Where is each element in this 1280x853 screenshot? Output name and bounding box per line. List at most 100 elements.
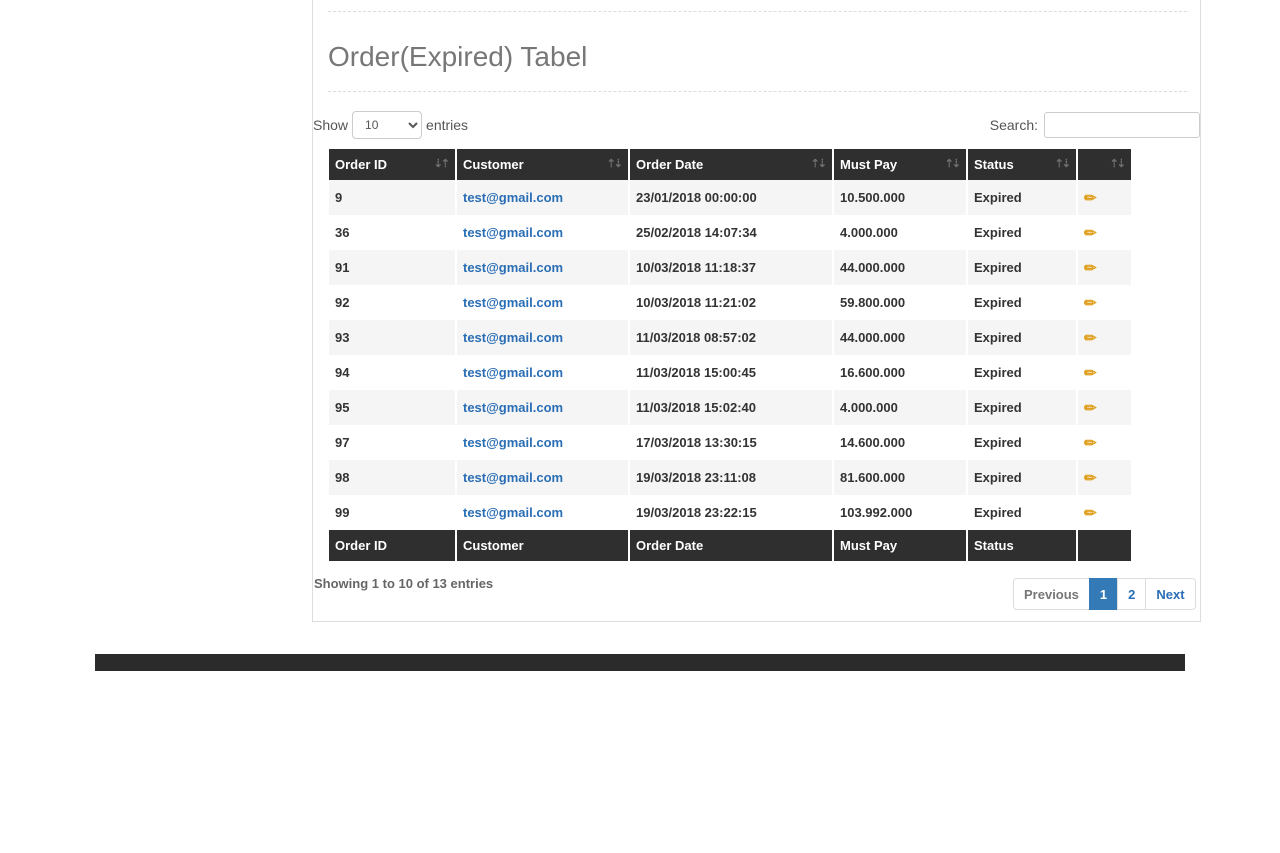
entries-select[interactable]: 10	[352, 111, 423, 139]
action-cell: ✏	[1078, 425, 1131, 460]
customer-cell: test@gmail.com	[457, 285, 628, 320]
action-cell: ✏	[1078, 320, 1131, 355]
table-row: 99 test@gmail.com 19/03/2018 23:22:15 10…	[329, 495, 1131, 530]
entries-label: entries	[426, 117, 469, 133]
customer-link[interactable]: test@gmail.com	[463, 330, 563, 345]
pencil-icon[interactable]: ✏	[1084, 225, 1097, 242]
sort-icon: ⇡⇣	[606, 158, 624, 170]
next-page-button[interactable]: Next	[1145, 578, 1196, 610]
length-control: Show 10 entries	[313, 111, 468, 139]
customer-link[interactable]: test@gmail.com	[463, 190, 563, 205]
table-row: 36 test@gmail.com 25/02/2018 14:07:34 4.…	[329, 215, 1131, 250]
table-row: 92 test@gmail.com 10/03/2018 11:21:02 59…	[329, 285, 1131, 320]
table-row: 95 test@gmail.com 11/03/2018 15:02:40 4.…	[329, 390, 1131, 425]
previous-page-button[interactable]: Previous	[1013, 578, 1090, 610]
customer-cell: test@gmail.com	[457, 390, 628, 425]
order-date-cell: 23/01/2018 00:00:00	[630, 180, 832, 215]
column-header-customer[interactable]: Customer ⇡⇣	[457, 149, 628, 180]
sort-icon: ⇡⇣	[944, 158, 962, 170]
order-date-cell: 25/02/2018 14:07:34	[636, 225, 757, 240]
order-id-cell: 98	[329, 460, 455, 495]
column-header-order-date[interactable]: Order Date ⇡⇣	[630, 149, 832, 180]
column-header-must-pay[interactable]: Must Pay ⇡⇣	[834, 149, 966, 180]
customer-link[interactable]: test@gmail.com	[463, 295, 563, 310]
customer-cell: test@gmail.com	[457, 215, 628, 250]
must-pay-cell: 81.600.000	[834, 460, 966, 495]
pencil-icon[interactable]: ✏	[1084, 260, 1097, 277]
table-row: 94 test@gmail.com 11/03/2018 15:00:45 16…	[329, 355, 1131, 390]
column-header-status[interactable]: Status ⇡⇣	[968, 149, 1076, 180]
status-cell: Expired	[974, 435, 1022, 450]
customer-link[interactable]: test@gmail.com	[463, 225, 563, 240]
order-date-cell: 17/03/2018 13:30:15	[636, 435, 757, 450]
pencil-icon[interactable]: ✏	[1084, 505, 1097, 522]
order-date-cell: 19/03/2018 23:11:08	[630, 460, 832, 495]
action-cell: ✏	[1078, 495, 1131, 530]
divider	[328, 91, 1187, 92]
customer-link[interactable]: test@gmail.com	[463, 435, 563, 450]
customer-cell: test@gmail.com	[457, 320, 628, 355]
order-date-cell: 19/03/2018 23:22:15	[636, 505, 757, 520]
table-row: 98 test@gmail.com 19/03/2018 23:11:08 81…	[329, 460, 1131, 495]
must-pay-cell: 103.992.000	[840, 505, 913, 520]
customer-cell: test@gmail.com	[457, 355, 628, 390]
footer-customer: Customer	[457, 530, 628, 561]
order-id-cell: 94	[335, 365, 350, 380]
search-label: Search:	[989, 117, 1038, 133]
customer-link[interactable]: test@gmail.com	[463, 260, 563, 275]
must-pay-cell: 4.000.000	[834, 390, 966, 425]
pencil-icon[interactable]: ✏	[1084, 190, 1097, 207]
order-id-cell: 91	[329, 250, 455, 285]
pencil-icon[interactable]: ✏	[1084, 435, 1097, 452]
customer-link[interactable]: test@gmail.com	[463, 505, 563, 520]
content-panel: Order(Expired) Tabel Show 10 entries Sea…	[312, 0, 1201, 622]
must-pay-cell: 14.600.000	[840, 435, 906, 450]
footer-order-date: Order Date	[630, 530, 832, 561]
must-pay-cell: 59.800.000	[840, 295, 906, 310]
pencil-icon[interactable]: ✏	[1084, 400, 1097, 417]
must-pay-cell: 44.000.000	[834, 250, 966, 285]
customer-link[interactable]: test@gmail.com	[463, 365, 563, 380]
action-cell: ✏	[1078, 215, 1131, 250]
page-2-button[interactable]: 2	[1117, 578, 1147, 610]
footer-status: Status	[968, 530, 1076, 561]
order-date-cell: 11/03/2018 15:00:45	[636, 365, 756, 380]
status-cell: Expired	[968, 460, 1076, 495]
sort-icon: ⇡⇣	[1054, 158, 1072, 170]
action-cell: ✏	[1078, 390, 1131, 425]
status-cell: Expired	[974, 295, 1022, 310]
page-1-button[interactable]: 1	[1088, 578, 1119, 610]
column-header-order-id[interactable]: Order ID ⇣⇡	[329, 149, 455, 180]
show-label: Show	[313, 117, 349, 133]
search-control: Search:	[990, 111, 1200, 139]
search-input[interactable]	[1044, 112, 1200, 138]
must-pay-cell: 44.000.000	[834, 320, 966, 355]
action-cell: ✏	[1078, 250, 1131, 285]
divider	[328, 11, 1187, 12]
footer-actions	[1078, 530, 1131, 561]
action-cell: ✏	[1078, 355, 1131, 390]
pencil-icon[interactable]: ✏	[1084, 470, 1097, 487]
order-id-cell: 99	[335, 505, 350, 520]
order-date-cell: 10/03/2018 11:18:37	[630, 250, 832, 285]
order-id-cell: 95	[329, 390, 455, 425]
pencil-icon[interactable]: ✏	[1084, 295, 1097, 312]
status-cell: Expired	[968, 390, 1076, 425]
customer-cell: test@gmail.com	[457, 495, 628, 530]
column-header-actions[interactable]: ⇡⇣	[1078, 149, 1131, 180]
order-id-cell: 9	[329, 180, 455, 215]
status-cell: Expired	[974, 365, 1022, 380]
action-cell: ✏	[1078, 285, 1131, 320]
sort-icon: ⇡⇣	[1109, 158, 1127, 170]
table-header-row: Order ID ⇣⇡ Customer ⇡⇣ Order Date ⇡⇣ Must …	[329, 149, 1131, 180]
table-row: 91 test@gmail.com 10/03/2018 11:18:37 44…	[329, 250, 1131, 285]
must-pay-cell: 16.600.000	[840, 365, 906, 380]
status-cell: Expired	[974, 505, 1022, 520]
customer-link[interactable]: test@gmail.com	[463, 400, 563, 415]
status-cell: Expired	[968, 250, 1076, 285]
customer-link[interactable]: test@gmail.com	[463, 470, 563, 485]
must-pay-cell: 4.000.000	[840, 225, 898, 240]
pencil-icon[interactable]: ✏	[1084, 330, 1097, 347]
pencil-icon[interactable]: ✏	[1084, 365, 1097, 382]
customer-cell: test@gmail.com	[457, 425, 628, 460]
